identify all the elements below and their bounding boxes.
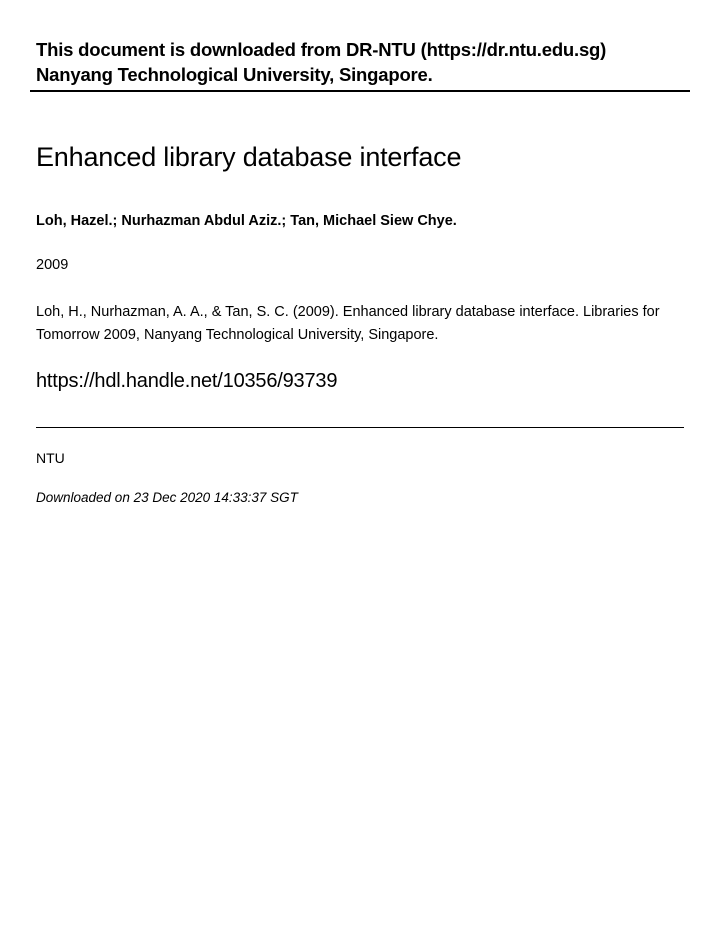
- institution-label: NTU: [30, 450, 690, 466]
- document-year: 2009: [30, 257, 690, 273]
- document-handle-url: https://hdl.handle.net/10356/93739: [30, 370, 690, 393]
- repository-header: This document is downloaded from DR-NTU …: [30, 38, 690, 92]
- document-citation: Loh, H., Nurhazman, A. A., & Tan, S. C. …: [30, 301, 690, 346]
- section-divider: [36, 427, 684, 428]
- header-institution-line: Nanyang Technological University, Singap…: [36, 63, 684, 88]
- document-authors: Loh, Hazel.; Nurhazman Abdul Aziz.; Tan,…: [30, 213, 690, 229]
- header-source-line: This document is downloaded from DR-NTU …: [36, 38, 684, 63]
- download-timestamp: Downloaded on 23 Dec 2020 14:33:37 SGT: [30, 490, 690, 505]
- document-title: Enhanced library database interface: [30, 140, 690, 175]
